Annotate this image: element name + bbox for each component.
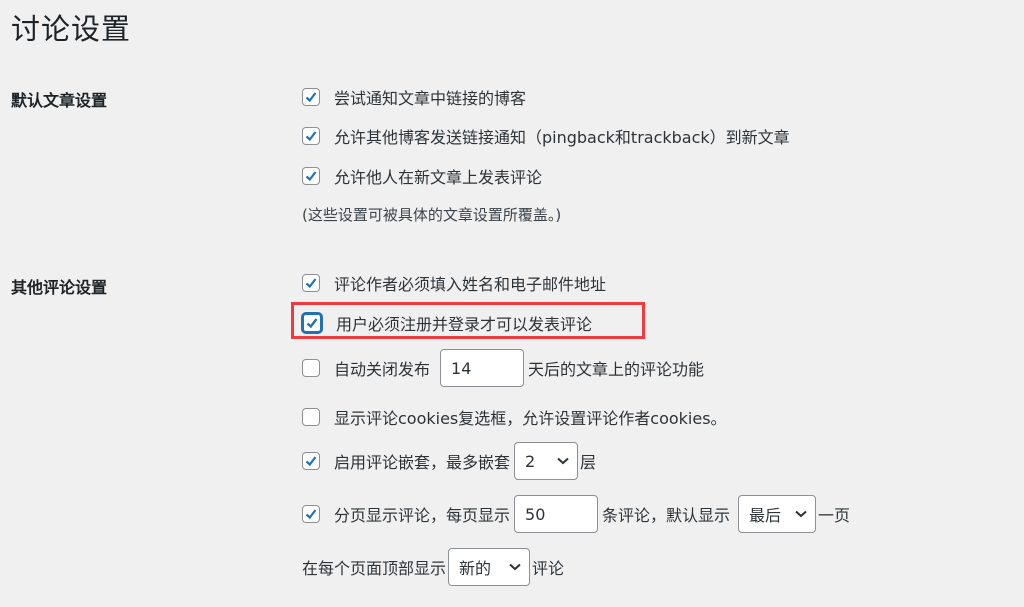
checkmark-icon (305, 171, 317, 182)
checkmark-icon (305, 131, 317, 142)
checkbox-cookies[interactable] (302, 408, 320, 426)
checkbox-row-notify-blogs[interactable]: 尝试通知文章中链接的博客 (302, 85, 526, 109)
checkbox-row-cookies[interactable]: 显示评论cookies复选框，允许设置评论作者cookies。 (302, 405, 727, 429)
checkbox-label: 显示评论cookies复选框，允许设置评论作者cookies。 (334, 409, 727, 428)
checkbox-row-auto-close[interactable]: 自动关闭发布 14 天后的文章上的评论功能 (302, 349, 704, 387)
checkbox-row-paged[interactable]: 分页显示评论，每页显示 50 条评论，默认显示 最后 一页 (302, 495, 850, 533)
checkbox-row-threaded[interactable]: 启用评论嵌套，最多嵌套 2 层 (302, 442, 596, 480)
checkbox-pingbacks[interactable] (302, 127, 320, 145)
checkbox-label: 自动关闭发布 (334, 360, 431, 379)
page-title: 讨论设置 (11, 12, 132, 46)
checkbox-label: 启用评论嵌套，最多嵌套 (334, 453, 511, 472)
checkbox-row-require-registration[interactable]: 用户必须注册并登录才可以发表评论 (302, 311, 592, 335)
checkbox-label: 评论作者必须填入姓名和电子邮件地址 (334, 275, 607, 294)
thread-depth-select[interactable]: 2 (514, 442, 579, 480)
checkbox-auto-close[interactable] (302, 359, 320, 377)
checkbox-notify-blogs[interactable] (302, 88, 320, 106)
comment-order-select[interactable]: 新的 (448, 548, 531, 586)
checkbox-threaded[interactable] (302, 452, 320, 470)
chevron-down-icon (557, 457, 569, 465)
checkbox-label: 用户必须注册并登录才可以发表评论 (336, 315, 593, 334)
checkbox-label-suffix: 一页 (818, 506, 851, 525)
checkmark-icon (305, 92, 317, 103)
checkmark-icon (305, 456, 317, 467)
chevron-down-icon (509, 563, 521, 571)
checkbox-require-name-email[interactable] (302, 274, 320, 292)
checkbox-allow-comments[interactable] (302, 167, 320, 185)
checkmark-icon (305, 278, 317, 289)
select-value: 最后 (749, 506, 782, 525)
override-hint: (这些设置可被具体的文章设置所覆盖。) (302, 206, 562, 224)
select-value: 新的 (459, 559, 492, 578)
select-value: 2 (525, 451, 536, 471)
comments-per-page-input[interactable]: 50 (514, 495, 599, 533)
default-page-select[interactable]: 最后 (738, 495, 817, 533)
order-label: 在每个页面顶部显示 (302, 559, 447, 578)
section-label-other-comment: 其他评论设置 (11, 278, 108, 297)
section-label-default-post: 默认文章设置 (11, 91, 108, 110)
chevron-down-icon (795, 510, 807, 518)
checkbox-label: 分页显示评论，每页显示 (334, 506, 511, 525)
checkbox-row-pingbacks[interactable]: 允许其他博客发送链接通知（pingback和trackback）到新文章 (302, 124, 790, 148)
checkbox-label: 尝试通知文章中链接的博客 (334, 89, 527, 108)
order-label-suffix: 评论 (532, 559, 565, 578)
checkbox-paged[interactable] (302, 505, 320, 523)
checkbox-row-require-name-email[interactable]: 评论作者必须填入姓名和电子邮件地址 (302, 271, 606, 295)
checkbox-label: 允许其他博客发送链接通知（pingback和trackback）到新文章 (334, 128, 790, 147)
checkbox-label-suffix: 层 (580, 453, 597, 472)
checkmark-icon (305, 509, 317, 520)
checkbox-label-suffix: 天后的文章上的评论功能 (528, 360, 705, 379)
checkbox-row-allow-comments[interactable]: 允许他人在新文章上发表评论 (302, 164, 542, 188)
auto-close-days-input[interactable]: 14 (440, 349, 525, 387)
checkbox-require-registration[interactable] (302, 313, 322, 333)
comment-order-row: 在每个页面顶部显示 新的 评论 (302, 548, 564, 586)
checkbox-label-mid: 条评论，默认显示 (602, 506, 731, 525)
checkbox-label: 允许他人在新文章上发表评论 (334, 168, 543, 187)
checkmark-icon (306, 318, 318, 329)
